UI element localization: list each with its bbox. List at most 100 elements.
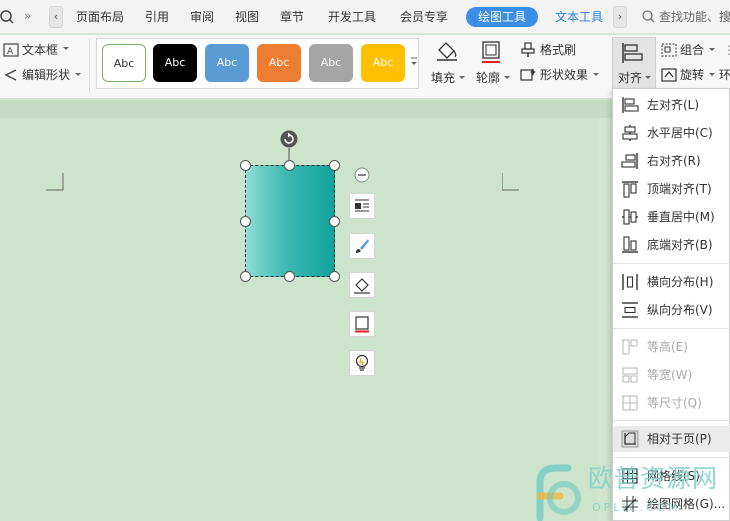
text-box-icon: A (3, 43, 19, 57)
wrap-button-cut[interactable]: 环 (719, 68, 730, 82)
margin-corner-top-left (46, 173, 64, 191)
effects-float-button[interactable] (349, 350, 375, 376)
resize-handle-left[interactable] (240, 216, 251, 227)
menu-item-align-left[interactable]: 左对齐(L) (613, 92, 730, 118)
shape-effects-button[interactable]: 形状效果 (540, 68, 588, 82)
align-bottom-icon (622, 236, 638, 253)
outline-icon (482, 41, 500, 63)
menu-item-same-width: 等宽(W) (613, 362, 730, 388)
search-input[interactable]: 查找功能、搜 (659, 9, 730, 25)
watermark-brand: 欧普资源网 (588, 464, 719, 493)
same-size-icon (622, 395, 638, 411)
align-center-icon (622, 125, 638, 141)
edit-shape-icon (4, 69, 17, 81)
more-tabs-icon[interactable]: » (24, 8, 31, 24)
outline-float-button[interactable] (349, 311, 375, 337)
resize-handle-bottom[interactable] (284, 271, 295, 282)
tab-review[interactable]: 审阅 (190, 9, 214, 25)
shape-style-blue[interactable]: Abc (205, 44, 249, 82)
fill-bucket-icon (437, 42, 457, 61)
shape-style-orange[interactable]: Abc (257, 44, 301, 82)
collapse-toolbar-icon[interactable] (354, 167, 370, 183)
outline-button[interactable]: 轮廓 (476, 71, 500, 85)
distribute-horizontal-icon (622, 274, 638, 290)
layout-options-button[interactable] (349, 193, 375, 219)
tab-text-tools[interactable]: 文本工具 (555, 9, 603, 25)
format-painter-icon (521, 42, 535, 57)
align-label: 对齐 (618, 71, 643, 85)
resize-handle-top[interactable] (284, 160, 295, 171)
chevron-down-icon (709, 73, 715, 76)
chevron-down-icon (593, 73, 599, 76)
menu-item-align-top[interactable]: 顶端对齐(T) (613, 176, 730, 202)
chevron-down-icon (645, 76, 651, 79)
text-box-button[interactable]: 文本框 (22, 43, 58, 57)
rotate-icon (661, 68, 677, 82)
shape-style-white[interactable]: Abc (102, 44, 146, 82)
menu-item-align-center[interactable]: 水平居中(C) (613, 120, 730, 146)
format-painter-button[interactable]: 格式刷 (540, 43, 576, 57)
fill-float-button[interactable] (349, 272, 375, 298)
fill-button[interactable]: 填充 (431, 71, 455, 85)
chevron-down-icon (504, 76, 510, 79)
resize-handle-bottom-left[interactable] (240, 271, 251, 282)
tab-drawing-tools[interactable]: 绘图工具 (466, 7, 539, 27)
menu-item-same-size: 等尺寸(Q) (613, 390, 730, 416)
shape-style-gray[interactable]: Abc (309, 44, 353, 82)
align-right-icon (621, 153, 638, 169)
group-icon (661, 43, 677, 57)
lightbulb-icon (355, 354, 369, 371)
selection-frame (245, 165, 335, 277)
group-button[interactable]: 组合 (680, 43, 704, 57)
menu-item-relative-to-page[interactable]: 相对于页(P) (613, 426, 730, 452)
tab-page-layout[interactable]: 页面布局 (76, 9, 124, 25)
chevron-down-icon (63, 47, 69, 50)
shape-style-float-button[interactable] (349, 233, 375, 259)
shape-style-gallery: Abc Abc Abc Abc Abc Abc (96, 38, 419, 89)
search-icon (642, 10, 655, 23)
align-button[interactable]: 对齐 (612, 37, 656, 89)
text-wrap-icon (355, 199, 369, 212)
resize-handle-right[interactable] (329, 216, 340, 227)
relative-to-page-icon (621, 430, 639, 448)
find-icon[interactable] (0, 9, 14, 25)
align-dropdown-menu: 左对齐(L) 水平居中(C) 右对齐(R) 顶端对齐(T) 垂直居中(M) 底端… (612, 88, 730, 521)
tab-chapter[interactable]: 章节 (280, 9, 304, 25)
svg-text:A: A (7, 47, 14, 57)
watermark: 欧普资源网 OPLIC.COM (528, 460, 730, 521)
chevron-down-icon (709, 48, 715, 51)
more-icon[interactable]: ⋮ (723, 43, 730, 57)
brush-icon (356, 239, 369, 253)
tab-scroll-left-button[interactable]: ‹ (49, 6, 63, 28)
shape-style-black[interactable]: Abc (153, 44, 197, 82)
tab-view[interactable]: 视图 (235, 9, 259, 25)
menu-item-align-right[interactable]: 右对齐(R) (613, 148, 730, 174)
tab-references[interactable]: 引用 (145, 9, 169, 25)
align-middle-icon (622, 209, 638, 225)
resize-handle-top-left[interactable] (240, 160, 251, 171)
same-height-icon (622, 339, 638, 355)
tab-member[interactable]: 会员专享 (400, 9, 448, 25)
menu-item-align-middle[interactable]: 垂直居中(M) (613, 204, 730, 230)
chevron-down-icon (75, 73, 81, 76)
resize-handle-top-right[interactable] (329, 160, 340, 171)
tab-developer[interactable]: 开发工具 (328, 9, 376, 25)
watermark-logo-icon (536, 464, 581, 521)
resize-handle-bottom-right[interactable] (329, 271, 340, 282)
menu-item-same-height: 等高(E) (613, 334, 730, 360)
tab-bar: » ‹ 页面布局 引用 审阅 视图 章节 开发工具 会员专享 绘图工具 文本工具… (0, 0, 730, 34)
gallery-more-icon[interactable] (410, 56, 418, 70)
shape-style-gold[interactable]: Abc (361, 44, 405, 82)
menu-item-distribute-vertical[interactable]: 纵向分布(V) (613, 297, 730, 323)
menu-item-distribute-horizontal[interactable]: 横向分布(H) (613, 269, 730, 295)
menu-item-align-bottom[interactable]: 底端对齐(B) (613, 232, 730, 258)
align-top-icon (622, 181, 638, 198)
watermark-site: OPLIC.COM (592, 501, 681, 514)
margin-corner-top-right (502, 173, 519, 191)
shape-effects-icon (520, 68, 536, 81)
align-icon (622, 43, 643, 63)
edit-shape-button[interactable]: 编辑形状 (22, 68, 70, 82)
tab-scroll-right-button[interactable]: › (613, 6, 627, 28)
rotate-button[interactable]: 旋转 (680, 68, 704, 82)
same-width-icon (622, 367, 638, 383)
